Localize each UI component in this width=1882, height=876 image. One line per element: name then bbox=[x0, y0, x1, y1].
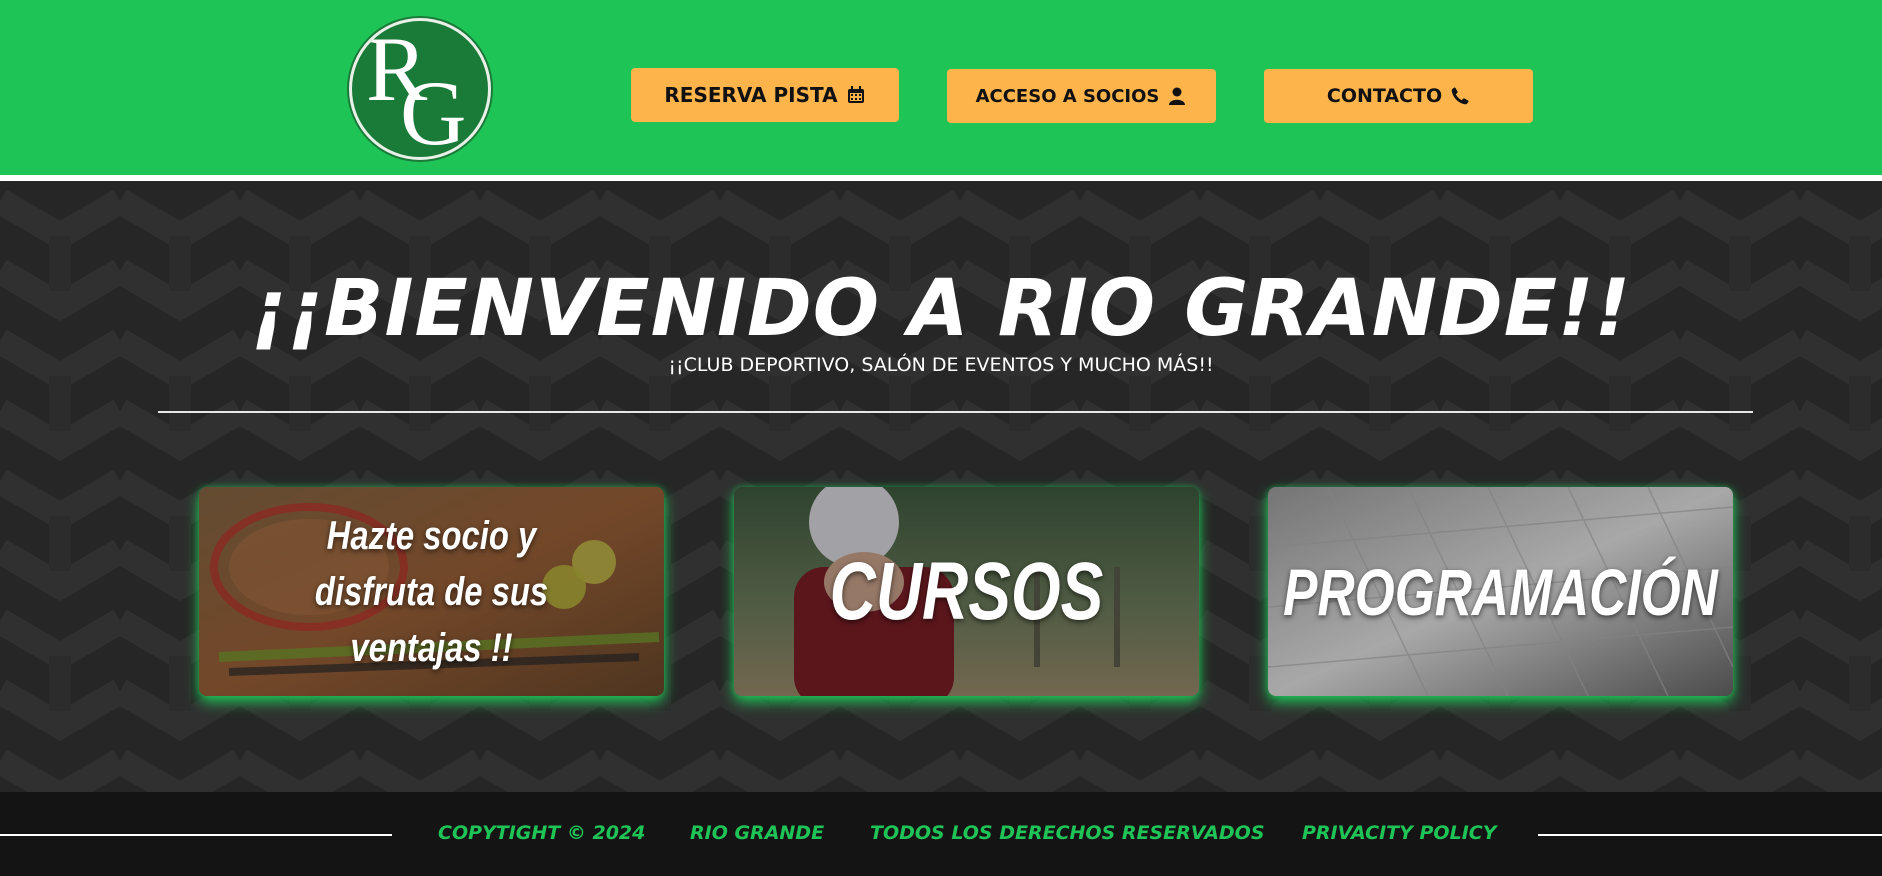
footer-rights: TODOS LOS DERECHOS RESERVADOS bbox=[870, 822, 1265, 844]
site-footer: COPYTIGHT © 2024 RIO GRANDE TODOS LOS DE… bbox=[0, 792, 1882, 876]
hero-title: ¡¡BIENVENIDO A RIO GRANDE!! bbox=[250, 264, 1632, 354]
logo-letter-g: G bbox=[400, 62, 467, 160]
reserva-pista-button[interactable]: RESERVA PISTA bbox=[631, 68, 899, 122]
card-socio-line-3: ventajas !! bbox=[350, 625, 513, 670]
rg-logo[interactable]: R G bbox=[349, 18, 491, 160]
reserva-pista-label: RESERVA PISTA bbox=[664, 83, 838, 107]
card-socio-line-2: disfruta de sus bbox=[314, 569, 549, 614]
hero-subtitle: ¡¡CLUB DEPORTIVO, SALÓN DE EVENTOS Y MUC… bbox=[668, 354, 1214, 376]
footer-copyright: COPYTIGHT © 2024 bbox=[438, 822, 646, 844]
contacto-label: CONTACTO bbox=[1326, 85, 1443, 107]
card-hazte-socio[interactable]: Hazte socio y disfruta de sus ventajas !… bbox=[199, 487, 664, 696]
card-socio-line-1: Hazte socio y bbox=[326, 513, 537, 558]
hero-divider bbox=[158, 411, 1753, 413]
contacto-button[interactable]: CONTACTO bbox=[1264, 69, 1533, 123]
site-header: R G RESERVA PISTA ACCESO A SOCIOS CONTAC… bbox=[0, 0, 1882, 175]
card-programacion[interactable]: PROGRAMACIÓN bbox=[1268, 487, 1733, 696]
footer-line-left bbox=[0, 834, 392, 836]
footer-privacy-link[interactable]: PRIVACITY POLICY bbox=[1302, 822, 1496, 844]
footer-line-right bbox=[1538, 834, 1882, 836]
user-icon bbox=[1169, 87, 1186, 105]
card-hazte-socio-label: Hazte socio y disfruta de sus ventajas !… bbox=[241, 487, 622, 696]
footer-rio-grande-link[interactable]: RIO GRANDE bbox=[690, 822, 824, 844]
card-programacion-label: PROGRAMACIÓN bbox=[1283, 554, 1718, 629]
card-cursos-label: CURSOS bbox=[829, 545, 1104, 637]
acceso-socios-button[interactable]: ACCESO A SOCIOS bbox=[947, 69, 1216, 123]
card-cursos[interactable]: CURSOS bbox=[734, 487, 1199, 696]
calendar-icon bbox=[847, 86, 864, 103]
phone-icon bbox=[1451, 87, 1469, 105]
acceso-socios-label: ACCESO A SOCIOS bbox=[975, 85, 1160, 107]
